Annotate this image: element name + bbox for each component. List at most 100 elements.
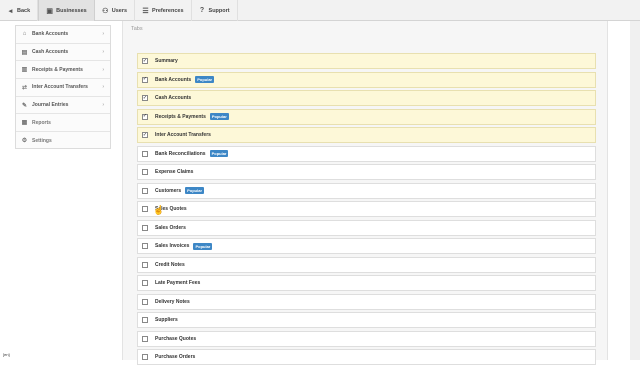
businesses-button[interactable]: ▣ Businesses (38, 0, 95, 21)
journal-icon: ✎ (21, 102, 28, 109)
tab-checkbox[interactable] (142, 169, 148, 175)
businesses-label: Businesses (56, 7, 87, 14)
chevron-right-icon: › (102, 66, 104, 73)
tab-label: Late Payment Fees (155, 280, 201, 286)
tab-row[interactable]: Sales Invoices Popular (137, 238, 596, 254)
bank-icon: ⌂ (22, 31, 27, 38)
users-button[interactable]: ⚇ Users (95, 0, 136, 21)
tab-checkbox[interactable] (142, 335, 148, 342)
tab-row[interactable]: Late Payment Fees (137, 275, 596, 291)
tab-checkbox[interactable] (142, 280, 148, 286)
tab-checkbox[interactable] (142, 298, 148, 305)
tab-label: Summary (155, 58, 178, 64)
tab-label: Delivery Notes (155, 298, 190, 305)
tab-checkbox[interactable] (142, 354, 148, 360)
tab-checkbox[interactable] (142, 187, 148, 194)
tab-row[interactable]: Bank Reconciliations Popular (137, 145, 596, 162)
chevron-right-icon: › (102, 31, 104, 38)
sidebar-item-label: Reports (32, 119, 51, 126)
tab-checkbox[interactable]: ✓ (142, 132, 148, 138)
tab-label: Sales Orders (155, 224, 186, 231)
back-label: Back (17, 7, 31, 14)
receipts-icon: ▥ (21, 67, 28, 74)
tab-checkbox[interactable]: ✓ (142, 113, 148, 120)
sidebar-item-journal-entries[interactable]: ✎ Journal Entries › (16, 97, 110, 115)
preferences-icon: ☰ (142, 7, 149, 15)
tab-label: Sales Invoices (155, 243, 190, 249)
tab-row[interactable]: ✓ Bank Accounts Popular (137, 71, 596, 88)
sidebar-item-label: Settings (32, 137, 52, 144)
popular-badge: Popular (185, 187, 205, 194)
check-icon: ✓ (142, 76, 148, 82)
tab-row[interactable]: Sales Orders (137, 219, 596, 236)
tab-row[interactable]: ✓ Cash Accounts (137, 90, 596, 106)
sidebar-item-cash-accounts[interactable]: ▤ Cash Accounts › (16, 44, 110, 62)
preferences-label: Preferences (152, 7, 184, 14)
hand-cursor-icon: ☝ (153, 205, 165, 215)
sidebar-item-receipts-payments[interactable]: ▥ Receipts & Payments › (16, 61, 110, 80)
tab-checkbox[interactable] (142, 317, 148, 323)
tab-row[interactable]: ✓ Receipts & Payments Popular (137, 108, 596, 125)
check-icon: ✓ (142, 113, 148, 119)
tab-row[interactable]: Credit Notes (137, 256, 596, 273)
popular-badge: Popular (195, 76, 215, 83)
tab-label: Inter Account Transfers (155, 132, 211, 138)
tab-checkbox[interactable] (142, 150, 148, 157)
cash-icon: ▤ (21, 49, 28, 56)
users-label: Users (111, 7, 128, 14)
check-icon: ✓ (142, 57, 148, 64)
language-indicator: [en] (3, 352, 10, 357)
back-button[interactable]: ◂ Back (0, 0, 39, 21)
tab-row[interactable]: Delivery Notes (137, 293, 596, 310)
tab-label: Suppliers (155, 317, 178, 323)
sidebar-item-bank-accounts[interactable]: ⌂ Bank Accounts › (16, 26, 110, 44)
gear-icon: ⚙ (21, 138, 28, 145)
support-label: Support (208, 7, 230, 14)
chevron-right-icon: › (102, 49, 104, 56)
tab-label: Purchase Orders (155, 354, 196, 360)
users-icon: ⚇ (102, 7, 109, 15)
tab-label: Purchase Quotes (155, 335, 197, 342)
sidebar-item-label: Receipts & Payments (32, 66, 83, 73)
sidebar-item-label: Journal Entries (32, 102, 69, 109)
tab-checkbox[interactable] (142, 224, 148, 231)
preferences-button[interactable]: ☰ Preferences (135, 0, 192, 21)
tab-row[interactable]: ✓ Summary (137, 53, 596, 69)
tab-row[interactable]: Expense Claims (137, 164, 596, 180)
tab-label: Credit Notes (155, 261, 185, 268)
tab-checkbox[interactable] (142, 261, 148, 268)
tab-label: Bank Reconciliations (155, 150, 206, 157)
tab-checkbox[interactable]: ✓ (142, 58, 148, 64)
sidebar-item-settings[interactable]: ⚙ Settings (16, 132, 110, 150)
tab-label: Cash Accounts (155, 95, 192, 101)
tab-row[interactable]: Suppliers (137, 312, 596, 328)
section-label: Tabs (131, 26, 143, 32)
sidebar-item-inter-account-transfers[interactable]: ⇄ Inter Account Transfers › (16, 79, 110, 97)
top-toolbar: ◂ Back ▣ Businesses ⚇ Users ☰ Preference… (0, 0, 640, 21)
popular-badge: Popular (193, 242, 213, 250)
tab-row[interactable]: ✓ Inter Account Transfers (137, 127, 596, 143)
sidebar-item-reports[interactable]: ▦ Reports (16, 114, 110, 133)
check-icon: ✓ (142, 131, 148, 138)
transfer-icon: ⇄ (21, 84, 28, 91)
tab-row[interactable]: Purchase Quotes (137, 330, 596, 347)
check-icon: ✓ (142, 94, 148, 101)
tab-checkbox[interactable]: ✓ (142, 76, 148, 83)
tab-row[interactable]: Purchase Orders (137, 349, 596, 365)
tab-checkbox[interactable]: ✓ (142, 95, 148, 101)
tab-checkbox[interactable] (142, 243, 148, 249)
chevron-right-icon: › (102, 102, 104, 109)
tab-label: Customers (155, 187, 182, 194)
tab-label: Receipts & Payments (155, 113, 206, 120)
back-arrow-icon: ◂ (8, 7, 13, 15)
briefcase-icon: ▣ (46, 7, 53, 15)
tab-label: Bank Accounts (155, 76, 192, 83)
support-button[interactable]: ? Support (192, 0, 238, 21)
tab-row[interactable]: Sales Quotes (137, 201, 596, 217)
tab-checkbox[interactable] (142, 206, 148, 212)
sidebar-item-label: Inter Account Transfers (32, 84, 88, 91)
scrollbar[interactable] (630, 21, 640, 360)
popular-badge: Popular (209, 113, 229, 120)
tab-row[interactable]: Customers Popular (137, 182, 596, 199)
chevron-right-icon: › (102, 84, 104, 91)
